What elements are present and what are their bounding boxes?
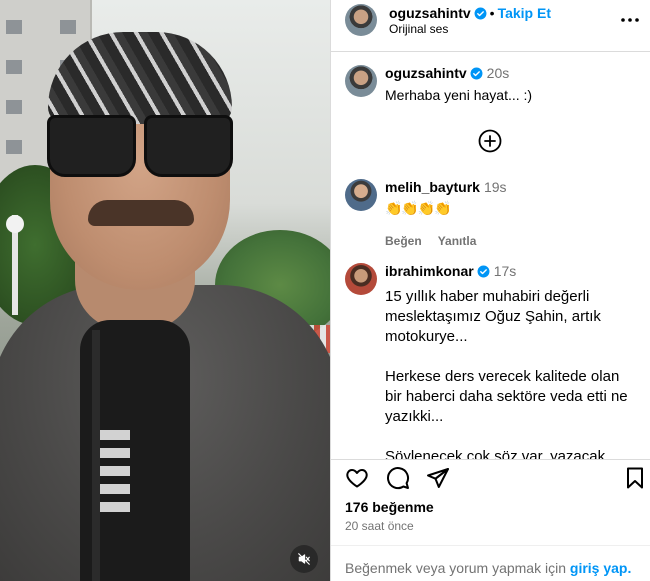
load-more-comments-icon[interactable] bbox=[478, 129, 502, 153]
comments-list[interactable]: oguzsahintv 20s Merhaba yeni hayat... :) … bbox=[331, 53, 650, 459]
likes-count[interactable]: 176 beğenme bbox=[345, 499, 434, 515]
bookmark-icon[interactable] bbox=[623, 466, 647, 490]
jacket-zipper bbox=[92, 330, 100, 581]
heart-icon[interactable] bbox=[345, 466, 369, 490]
comment-time: 19s bbox=[483, 179, 507, 195]
login-link[interactable]: giriş yap. bbox=[570, 560, 631, 576]
caption-username[interactable]: oguzsahintv bbox=[385, 65, 467, 81]
separator-dot: • bbox=[489, 5, 495, 21]
post-header: oguzsahintv • Takip Et Orijinal ses bbox=[331, 0, 650, 52]
avatar[interactable] bbox=[345, 65, 377, 97]
more-options-button[interactable] bbox=[618, 10, 642, 30]
header-user-row: oguzsahintv • Takip Et bbox=[389, 5, 551, 21]
speaker-muted-icon bbox=[298, 553, 310, 565]
avatar[interactable] bbox=[345, 4, 377, 36]
post-time-ago: 20 saat önce bbox=[345, 519, 414, 533]
comment-username[interactable]: melih_bayturk bbox=[385, 179, 480, 195]
person-mustache bbox=[88, 200, 194, 226]
audio-label[interactable]: Orijinal ses bbox=[389, 22, 448, 36]
verified-badge-icon bbox=[470, 67, 483, 80]
avatar[interactable] bbox=[345, 179, 377, 211]
login-prompt-text: Beğenmek veya yorum yapmak için bbox=[345, 560, 566, 576]
post-side-panel: oguzsahintv • Takip Et Orijinal ses oguzsa… bbox=[331, 0, 650, 581]
login-prompt: Beğenmek veya yorum yapmak için giriş ya… bbox=[331, 545, 650, 581]
like-comment-button[interactable]: Beğen bbox=[385, 234, 422, 248]
verified-badge-icon bbox=[477, 265, 490, 278]
follow-button[interactable]: Takip Et bbox=[498, 5, 551, 21]
header-username[interactable]: oguzsahintv bbox=[389, 5, 471, 21]
post-actions-bar bbox=[331, 459, 650, 499]
share-icon[interactable] bbox=[426, 466, 450, 490]
comment-actions: Beğen Yanıtla bbox=[385, 234, 635, 248]
caption-text: Merhaba yeni hayat... :) bbox=[385, 87, 533, 103]
comment-text: 15 yıllık haber muhabiri değerli meslekt… bbox=[385, 288, 628, 459]
comment-time: 17s bbox=[493, 263, 517, 279]
mute-button[interactable] bbox=[290, 545, 318, 573]
more-horizontal-icon bbox=[621, 18, 639, 22]
shirt-print bbox=[100, 430, 130, 520]
comment-text: 👏👏👏👏 bbox=[385, 201, 452, 217]
caption-time: 20s bbox=[486, 65, 510, 81]
avatar[interactable] bbox=[345, 263, 377, 295]
post-media-video[interactable] bbox=[0, 0, 330, 581]
verified-badge-icon bbox=[474, 7, 487, 20]
comment-icon[interactable] bbox=[386, 466, 410, 490]
street-lamp-head bbox=[6, 215, 24, 233]
person-sunglasses bbox=[47, 115, 233, 177]
comment-username[interactable]: ibrahimkonar bbox=[385, 263, 474, 279]
reply-comment-button[interactable]: Yanıtla bbox=[438, 234, 477, 248]
